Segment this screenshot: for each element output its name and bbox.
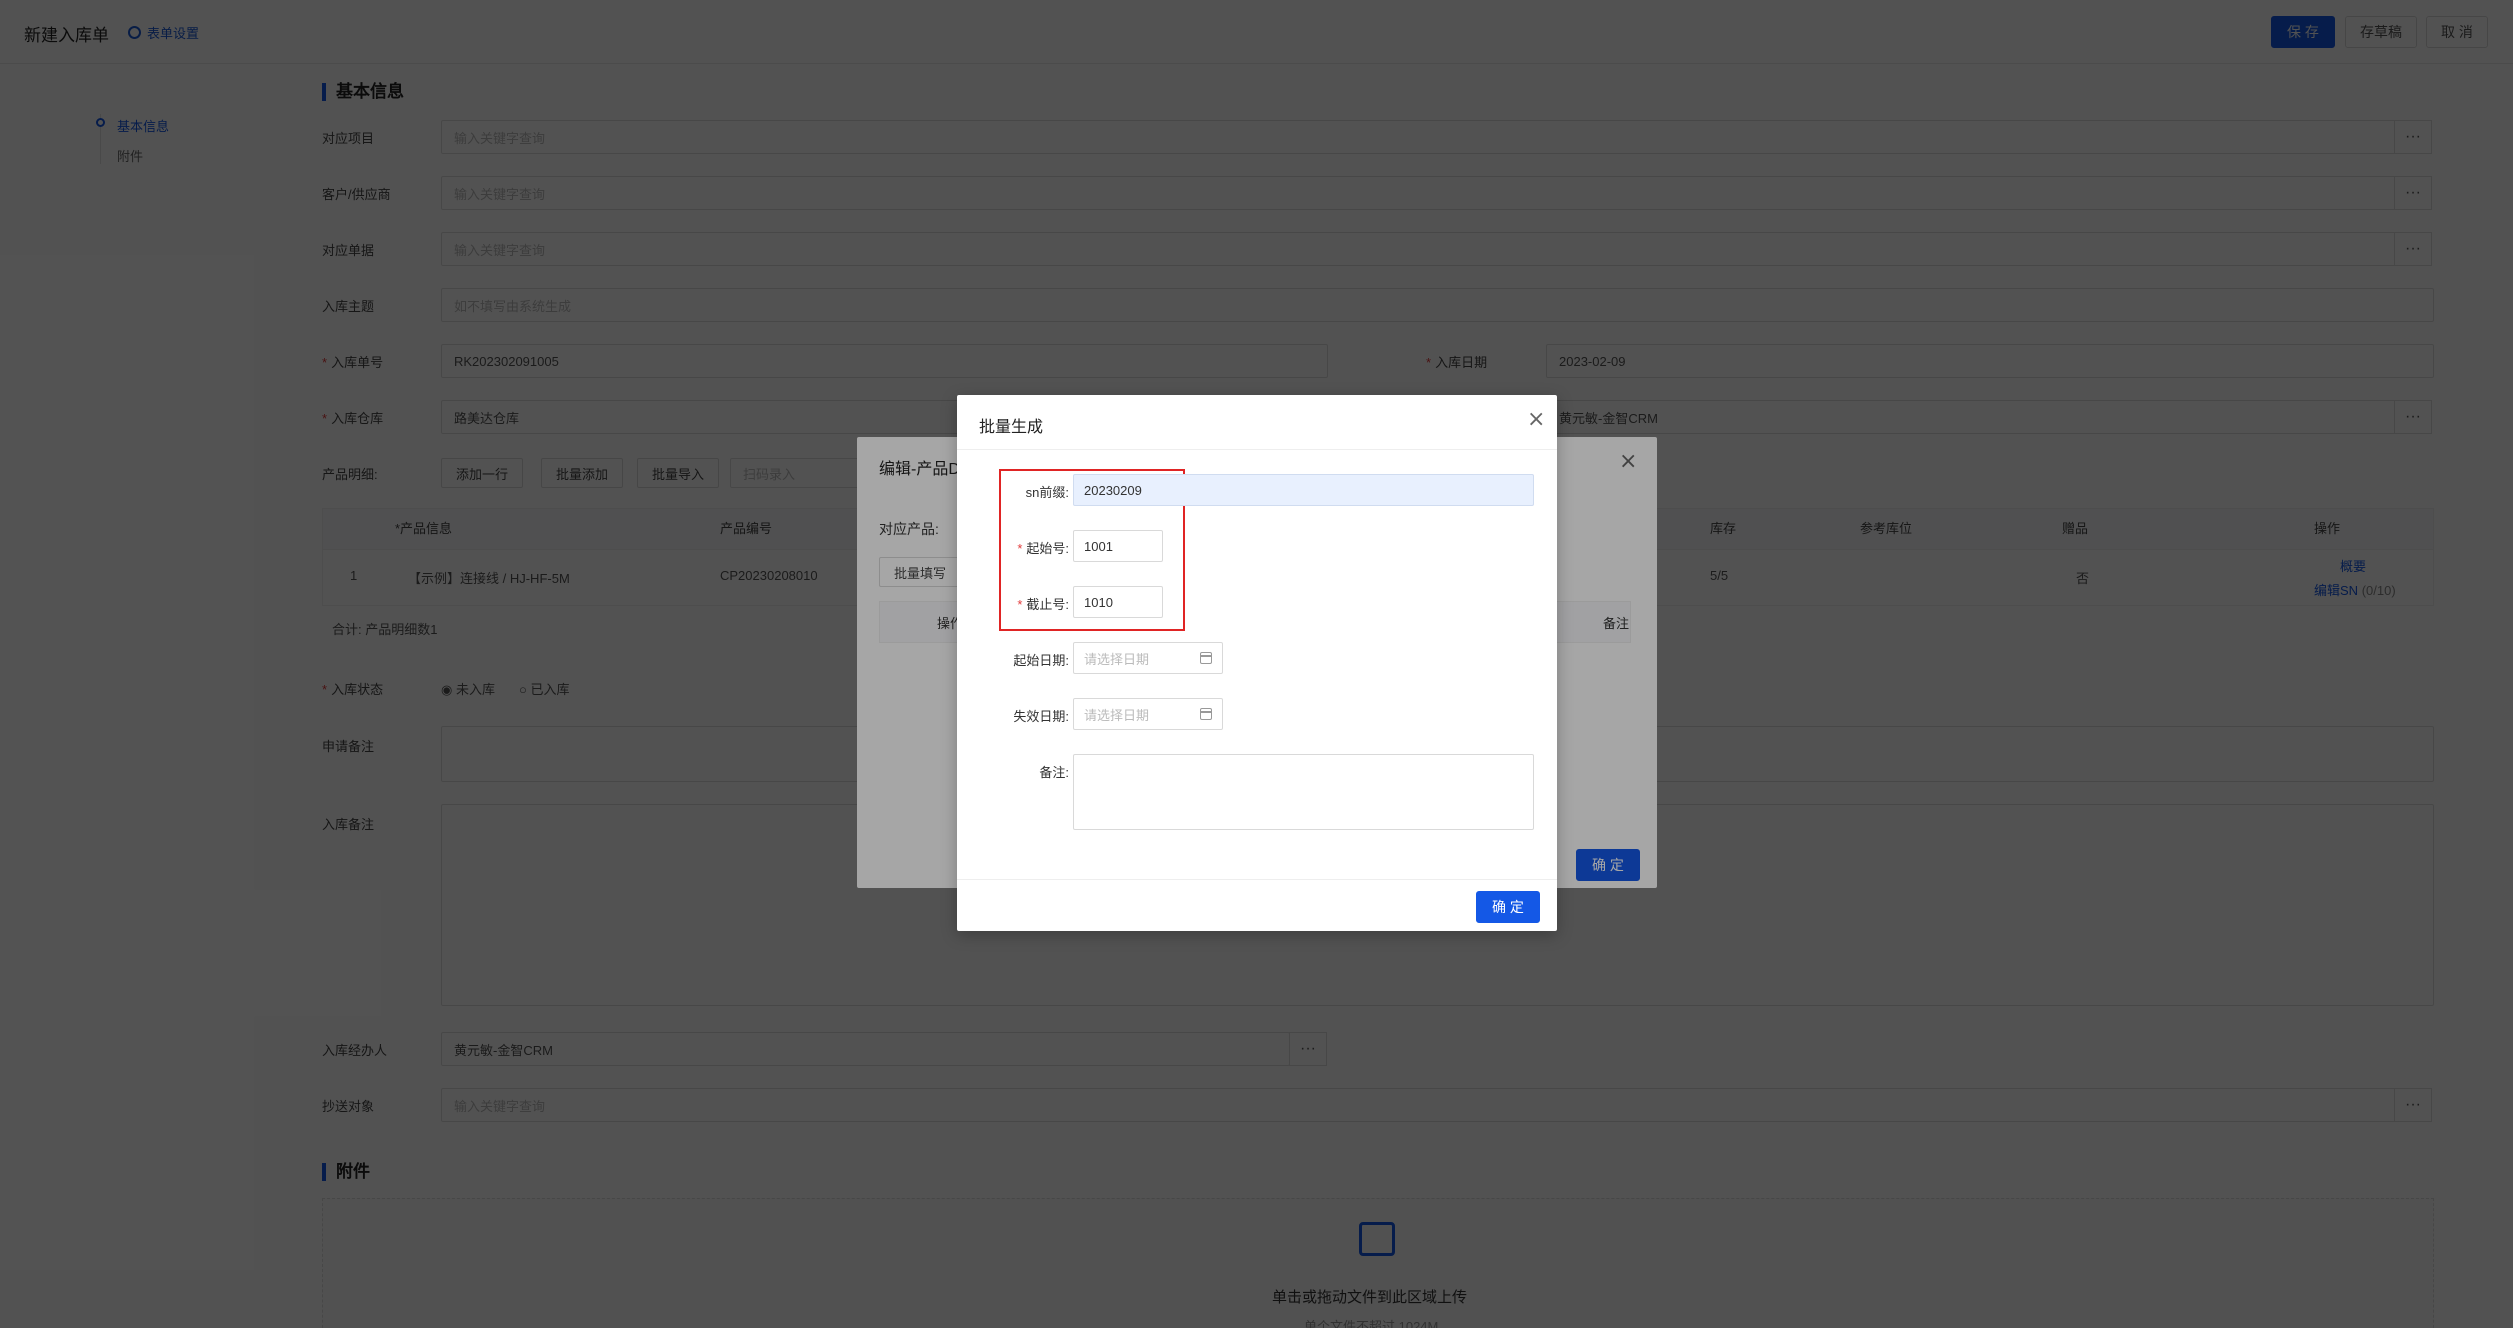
expire-date-label: 失效日期: xyxy=(1013,709,1069,724)
confirm-button[interactable]: 确 定 xyxy=(1476,891,1540,923)
calendar-icon xyxy=(1200,708,1212,720)
start-date-label: 起始日期: xyxy=(1013,653,1069,668)
batch-generate-dialog: 批量生成 × sn前缀: 20230209 * 起始号: 1001 * 截止号: 1… xyxy=(957,395,1557,931)
start-number-input[interactable]: 1001 xyxy=(1073,530,1163,562)
start-date-picker[interactable]: 请选择日期 xyxy=(1073,642,1223,674)
batch-dialog-title: 批量生成 xyxy=(979,419,1044,436)
end-number-input[interactable]: 1010 xyxy=(1073,586,1163,618)
note-label: 备注: xyxy=(1039,765,1069,780)
start-number-label: * 起始号: xyxy=(1017,541,1069,556)
note-textarea[interactable] xyxy=(1073,754,1534,830)
dialog-divider xyxy=(957,449,1557,450)
end-number-label: * 截止号: xyxy=(1017,597,1069,612)
expire-date-picker[interactable]: 请选择日期 xyxy=(1073,698,1223,730)
calendar-icon xyxy=(1200,652,1212,664)
sn-prefix-label: sn前缀: xyxy=(1025,485,1069,500)
dialog-footer-divider xyxy=(957,879,1557,880)
close-icon[interactable]: × xyxy=(1527,407,1545,432)
sn-prefix-input[interactable]: 20230209 xyxy=(1073,474,1534,506)
